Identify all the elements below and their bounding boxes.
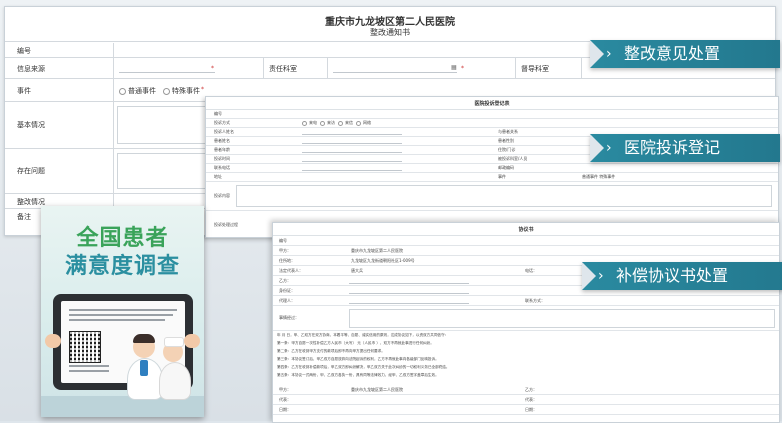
label-responsible-dept: 责任科室 [269,65,297,73]
complaint-form-title: 医院投诉登记表 [206,97,778,110]
basic-textarea[interactable] [117,106,211,144]
radio-phone[interactable]: 来电 [302,120,317,126]
nurse-body-icon [159,362,191,400]
chevron-right-icon: › [598,268,604,284]
qr-code-icon [69,331,101,363]
calendar-icon[interactable]: ▦ [451,64,457,71]
radio-visit[interactable]: 来访 [320,120,335,126]
label-remark: 备注 [17,213,31,221]
agreement-title: 协议书 [273,223,779,236]
radio-circle-icon [119,87,126,95]
reason-textarea[interactable] [349,309,775,328]
banner-rectification: › 整改意见处置 [590,40,780,68]
chevron-right-icon: › [606,46,612,62]
radio-special-event[interactable]: 特殊事件 [163,86,200,96]
problem-textarea[interactable] [117,153,211,189]
responsible-dept-select[interactable] [333,72,457,73]
poster-title-line2: 满意度调查 [64,254,180,279]
label-event: 事件 [17,87,31,95]
row-method: 投诉方式 来电 来访 来信 网络 [206,119,778,128]
label-supervise-dept: 督导科室 [521,65,549,73]
source-input[interactable] [119,72,215,73]
hospital-title: 重庆市九龙坡区第二人民医院 [325,17,455,28]
radio-circle-icon [163,87,170,95]
satisfaction-survey-poster: 全国患者 满意度调查 [41,206,204,417]
chevron-right-icon: › [606,140,612,156]
radio-circle-icon [302,120,307,126]
content-textarea[interactable] [236,185,772,207]
radio-letter[interactable]: 来信 [338,120,353,126]
label-problem: 存在问题 [17,167,45,175]
compensation-agreement-form: 协议书 编号 甲方： 重庆市九龙坡区第二人民医院 住所地： 九龙坡区九龙街道朝阳… [272,222,780,423]
banner-compensation: › 补偿协议书处置 [582,262,782,290]
radio-circle-icon [338,120,343,126]
banner-complaint: › 医院投诉登记 [590,134,780,162]
label-source: 信息来源 [17,65,45,73]
radio-circle-icon [356,120,361,126]
radio-circle-icon [320,120,325,126]
radio-normal-event[interactable]: 普通事件 [119,86,156,96]
label-basic: 基本情况 [17,121,45,129]
label-number: 编号 [17,47,31,55]
complaint-registration-form: 医院投诉登记表 编号 投诉方式 来电 来访 来信 网络 投诉人姓名 与患者关系 … [205,96,779,238]
radio-web[interactable]: 网络 [356,120,371,126]
